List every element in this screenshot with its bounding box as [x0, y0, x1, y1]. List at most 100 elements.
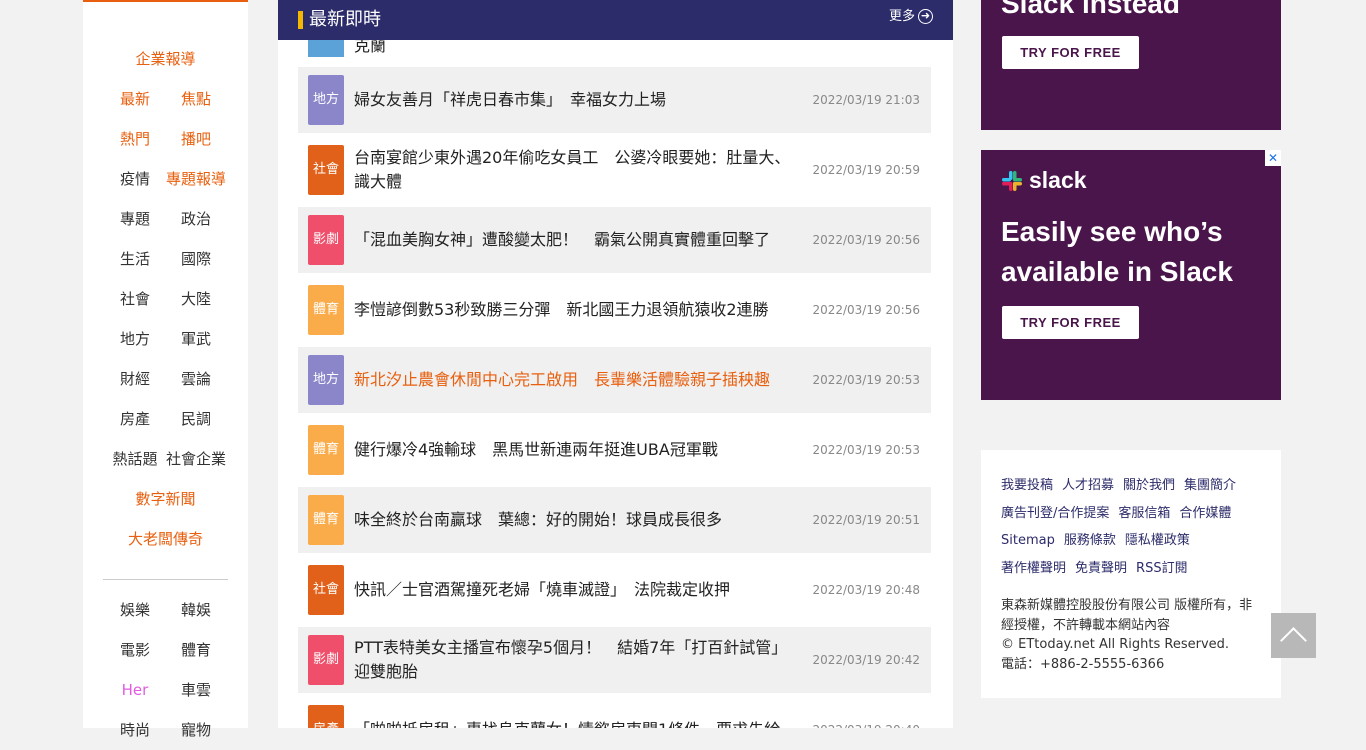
news-item[interactable]: 體育 李愷諺倒數53秒致勝三分彈 新北國王力退領航猿收2連勝 2022/03/19 … [298, 277, 931, 343]
footer-link[interactable]: 人才招募 [1062, 478, 1114, 493]
news-item[interactable]: 地方 新北汐止農會休閒中心完工啟用 長輩樂活體驗親子插秧趣 2022/03/19 2… [298, 347, 931, 413]
category-badge[interactable]: 地方 [308, 75, 344, 125]
news-title[interactable]: 快訊／士官酒駕撞死老婦「燒車滅證」 法院裁定收押 [354, 557, 794, 623]
category-badge[interactable]: 社會 [308, 565, 344, 615]
arrow-right-icon: ➜ [918, 9, 933, 24]
news-item[interactable]: 影劇 「混血美胸女神」遭酸變太肥！ 霸氣公開真實體重回擊了 2022/03/19 2… [298, 207, 931, 273]
nav-link[interactable]: 時尚 [105, 710, 165, 750]
nav-link[interactable]: 韓娛 [166, 590, 226, 630]
news-item[interactable]: 體育 健行爆冷4強輸球 黑馬世新連兩年挺進UBA冠軍戰 2022/03/19 20:… [298, 417, 931, 483]
footer-link[interactable]: 我要投稿 [1001, 478, 1053, 493]
footer-link[interactable]: 著作權聲明 [1001, 561, 1066, 576]
category-badge[interactable]: 體育 [308, 285, 344, 335]
ad-headline: Slack instead [1001, 0, 1180, 19]
nav-link[interactable]: 企業報導 [83, 39, 248, 79]
news-title[interactable]: PTT表特美女主播宣布懷孕5個月！ 結婚7年「打百針試管」迎雙胞胎 [354, 627, 794, 693]
footer-link[interactable]: RSS訂閱 [1136, 561, 1188, 576]
news-item[interactable]: 社會 台南宴館少東外遇20年偷吃女員工 公婆冷眼要她：肚量大、識大體 2022/03… [298, 137, 931, 203]
category-badge[interactable]: 房產雲 [308, 705, 344, 728]
nav-link[interactable]: 電影 [105, 630, 165, 670]
news-item[interactable]: 房產雲「啪啪抵房租」專找烏克蘭女！情慾房東開1條件 要求先給 2022/03/19… [298, 697, 931, 728]
news-title[interactable]: 「啪啪抵房租」專找烏克蘭女！情慾房東開1條件 要求先給 [354, 697, 794, 728]
news-item[interactable]: 體育 味全終於台南贏球 葉總：好的開始！球員成長很多 2022/03/19 20:5… [298, 487, 931, 553]
nav-link[interactable]: 熱門 [105, 119, 165, 159]
news-timestamp: 2022/03/19 20:56 [812, 233, 920, 247]
category-badge[interactable]: 地方 [308, 355, 344, 405]
nav-link[interactable]: 民調 [166, 399, 226, 439]
news-title[interactable]: 李愷諺倒數53秒致勝三分彈 新北國王力退領航猿收2連勝 [354, 277, 794, 343]
nav-link[interactable]: Her [105, 670, 165, 710]
news-timestamp: 2022/03/19 20:42 [812, 653, 920, 667]
nav-link[interactable]: 車雲 [166, 670, 226, 710]
news-title[interactable]: 健行爆冷4強輸球 黑馬世新連兩年挺進UBA冠軍戰 [354, 417, 794, 483]
nav-link[interactable]: 娛樂 [105, 590, 165, 630]
news-timestamp: 2022/03/19 20:59 [812, 163, 920, 177]
news-title[interactable]: 婦女友善月「祥虎日春市集」 幸福女力上場 [354, 67, 794, 133]
nav-row: 財經 雲論 [83, 359, 248, 399]
news-timestamp: 2022/03/19 20:53 [812, 373, 920, 387]
nav-link[interactable]: 專題報導 [166, 159, 226, 199]
category-badge[interactable]: 影劇 [308, 635, 344, 685]
nav-link[interactable]: 社會企業 [166, 439, 226, 479]
nav-row: 數字新聞 [83, 479, 248, 519]
news-title[interactable]: 新北汐止農會休閒中心完工啟用 長輩樂活體驗親子插秧趣 [354, 347, 794, 413]
news-title-text: 李愷諺倒數53秒致勝三分彈 新北國王力退領航猿收2連勝 [354, 300, 769, 319]
footer-link[interactable]: 合作媒體 [1179, 506, 1231, 521]
news-title-text: 新北汐止農會休閒中心完工啟用 長輩樂活體驗親子插秧趣 [354, 370, 771, 389]
nav-link[interactable]: 最新 [105, 79, 165, 119]
try-for-free-button[interactable]: TRY FOR FREE [1002, 36, 1139, 69]
close-icon[interactable]: ✕ [1265, 150, 1281, 166]
back-to-top-button[interactable] [1271, 613, 1316, 658]
nav-row: 企業報導 [83, 39, 248, 79]
footer-link[interactable]: 隱私權政策 [1125, 533, 1190, 548]
ad-headline-line2: available in Slack [1001, 256, 1233, 287]
nav-row: 地方 軍武 [83, 319, 248, 359]
news-title-text: 台南宴館少東外遇20年偷吃女員工 公婆冷眼要她：肚量大、識大體 [354, 148, 791, 191]
footer-link[interactable]: 關於我們 [1123, 478, 1175, 493]
news-item[interactable]: 社會 快訊／士官酒駕撞死老婦「燒車滅證」 法院裁定收押 2022/03/19 20:… [298, 557, 931, 623]
nav-link[interactable]: 政治 [166, 199, 226, 239]
news-title-text: 「混血美胸女神」遭酸變太肥！ 霸氣公開真實體重回擊了 [354, 230, 771, 249]
footer-link[interactable]: 集團簡介 [1184, 478, 1236, 493]
nav-link[interactable]: 播吧 [166, 119, 226, 159]
nav-link[interactable]: 寵物 [166, 710, 226, 750]
footer-link[interactable]: 客服信箱 [1118, 506, 1170, 521]
category-badge[interactable]: 體育 [308, 425, 344, 475]
try-for-free-button[interactable]: TRY FOR FREE [1002, 306, 1139, 339]
nav-link[interactable]: 房產 [105, 399, 165, 439]
ad-banner-top[interactable]: Slack instead TRY FOR FREE [981, 0, 1281, 130]
header-accent-bar [298, 11, 303, 29]
nav-link[interactable]: 數字新聞 [83, 479, 248, 519]
nav-link[interactable]: 生活 [105, 239, 165, 279]
category-sidebar: 企業報導 最新 焦點 熱門 播吧 疫情 專題報導 專題 政治 生活 國際 社會 大陸 地方 軍武 財經 雲論 房產… [83, 0, 248, 739]
category-badge[interactable]: 影劇 [308, 215, 344, 265]
nav-link[interactable]: 地方 [105, 319, 165, 359]
nav-row: 熱門 播吧 [83, 119, 248, 159]
more-link[interactable]: 更多 ➜ [889, 0, 933, 34]
category-badge[interactable]: 社會 [308, 145, 344, 195]
footer-link[interactable]: 廣告刊登/合作提案 [1001, 506, 1109, 521]
nav-link[interactable]: 大老闆傳奇 [83, 519, 248, 559]
news-title[interactable]: 味全終於台南贏球 葉總：好的開始！球員成長很多 [354, 487, 794, 553]
nav-link[interactable]: 焦點 [166, 79, 226, 119]
nav-link[interactable]: 體育 [166, 630, 226, 670]
nav-link[interactable]: 社會 [105, 279, 165, 319]
nav-link[interactable]: 熱話題 [105, 439, 165, 479]
nav-link[interactable]: 國際 [166, 239, 226, 279]
footer-link[interactable]: 服務條款 [1064, 533, 1116, 548]
nav-link[interactable]: 疫情 [105, 159, 165, 199]
nav-link[interactable]: 大陸 [166, 279, 226, 319]
nav-link[interactable]: 財經 [105, 359, 165, 399]
nav-link[interactable]: 專題 [105, 199, 165, 239]
footer-link[interactable]: Sitemap [1001, 533, 1055, 548]
news-title[interactable]: 「混血美胸女神」遭酸變太肥！ 霸氣公開真實體重回擊了 [354, 207, 794, 273]
category-badge[interactable]: 體育 [308, 495, 344, 545]
news-item[interactable]: 地方 婦女友善月「祥虎日春市集」 幸福女力上場 2022/03/19 21:03 [298, 67, 931, 133]
nav-link[interactable]: 雲論 [166, 359, 226, 399]
nav-link[interactable]: 軍武 [166, 319, 226, 359]
news-item[interactable]: 影劇 PTT表特美女主播宣布懷孕5個月！ 結婚7年「打百針試管」迎雙胞胎 2022/… [298, 627, 931, 693]
news-timestamp: 2022/03/19 20:40 [808, 697, 928, 728]
footer-link[interactable]: 免責聲明 [1075, 561, 1127, 576]
ad-banner-slack[interactable]: ✕ slack Easily see who’s available in Sl… [981, 150, 1281, 400]
news-title[interactable]: 台南宴館少東外遇20年偷吃女員工 公婆冷眼要她：肚量大、識大體 [354, 137, 794, 203]
